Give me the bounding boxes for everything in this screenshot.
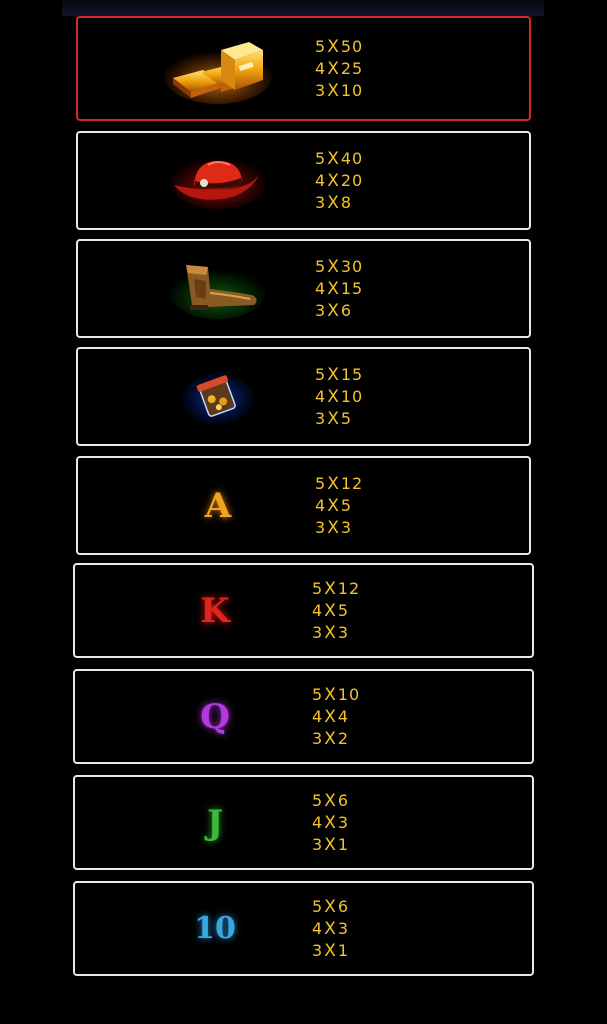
pay-line-4: 4X5 bbox=[312, 600, 350, 621]
pay-line-3: 3X1 bbox=[312, 834, 350, 855]
letter-a-icon: A bbox=[204, 485, 232, 526]
paytable-row-letter-a[interactable]: A 5X12 4X5 3X3 bbox=[76, 456, 531, 555]
paytable-row-number-10[interactable]: 10 5X6 4X3 3X1 bbox=[73, 881, 534, 976]
pay-line-4: 4X3 bbox=[312, 812, 350, 833]
paytable-row-letter-q[interactable]: Q 5X10 4X4 3X2 bbox=[73, 669, 534, 764]
paytable-row-gold-bars[interactable]: 5X50 4X25 3X10 bbox=[76, 16, 531, 121]
letter-k-icon: K bbox=[200, 590, 230, 631]
pay-line-3: 3X8 bbox=[315, 192, 353, 213]
paytable-row-gold-jar[interactable]: 5X15 4X10 3X5 bbox=[76, 347, 531, 446]
pay-line-5: 5X6 bbox=[312, 896, 350, 917]
pay-line-5: 5X10 bbox=[312, 684, 361, 705]
pay-line-4: 4X3 bbox=[312, 918, 350, 939]
pay-line-4: 4X4 bbox=[312, 706, 350, 727]
paytable-row-cowboy-boot[interactable]: 5X30 4X15 3X6 bbox=[76, 239, 531, 338]
pay-line-4: 4X10 bbox=[315, 386, 364, 407]
pay-line-5: 5X30 bbox=[315, 256, 364, 277]
pay-line-3: 3X3 bbox=[315, 517, 353, 538]
top-bar bbox=[62, 0, 544, 16]
pay-line-5: 5X50 bbox=[315, 36, 364, 57]
pay-line-4: 4X5 bbox=[315, 495, 353, 516]
pay-line-3: 3X5 bbox=[315, 408, 353, 429]
pay-line-5: 5X12 bbox=[315, 473, 364, 494]
pay-line-3: 3X10 bbox=[315, 80, 364, 101]
number-10-icon: 10 bbox=[194, 910, 236, 946]
paytable-row-letter-k[interactable]: K 5X12 4X5 3X3 bbox=[73, 563, 534, 658]
letter-q-icon: Q bbox=[200, 696, 230, 737]
pay-line-3: 3X3 bbox=[312, 622, 350, 643]
pay-line-5: 5X40 bbox=[315, 148, 364, 169]
letter-j-icon: J bbox=[206, 802, 224, 843]
paytable-row-letter-j[interactable]: J 5X6 4X3 3X1 bbox=[73, 775, 534, 870]
pay-line-5: 5X6 bbox=[312, 790, 350, 811]
pay-line-4: 4X25 bbox=[315, 58, 364, 79]
pay-line-4: 4X15 bbox=[315, 278, 364, 299]
pay-line-3: 3X2 bbox=[312, 728, 350, 749]
pay-line-4: 4X20 bbox=[315, 170, 364, 191]
pay-line-3: 3X6 bbox=[315, 300, 353, 321]
pay-line-3: 3X1 bbox=[312, 940, 350, 961]
pay-line-5: 5X15 bbox=[315, 364, 364, 385]
paytable-row-cowboy-hat[interactable]: 5X40 4X20 3X8 bbox=[76, 131, 531, 230]
pay-line-5: 5X12 bbox=[312, 578, 361, 599]
